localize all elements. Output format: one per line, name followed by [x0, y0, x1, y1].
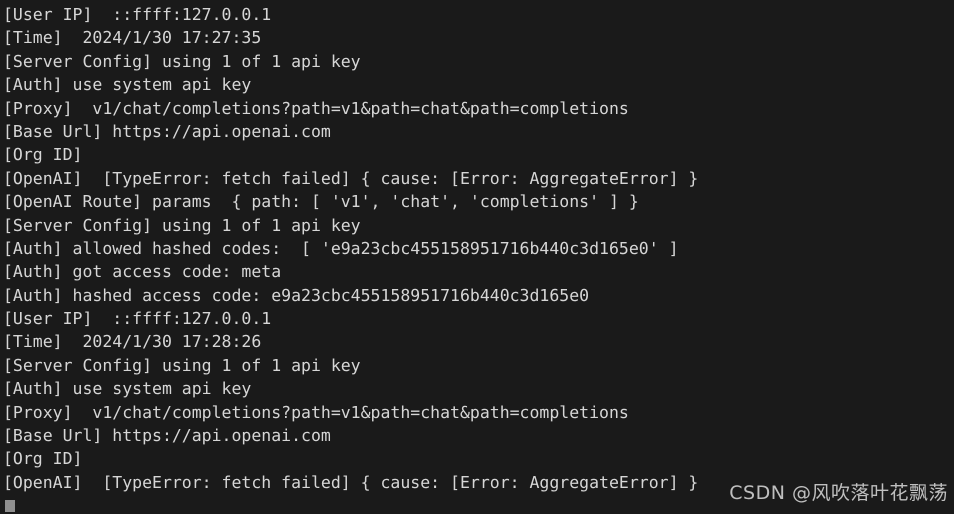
log-line: [Base Url] https://api.openai.com — [3, 121, 331, 141]
log-line: [Org ID] — [3, 145, 83, 165]
log-line-list: [User IP] ::ffff:127.0.0.1[Time] 2024/1/… — [3, 3, 954, 494]
log-line: [Auth] allowed hashed codes: [ 'e9a23cbc… — [3, 238, 679, 258]
log-line: [Base Url] https://api.openai.com — [3, 426, 331, 446]
log-line: [Auth] hashed access code: e9a23cbc45515… — [3, 285, 590, 305]
log-line: [Org ID] — [3, 449, 83, 469]
log-line: [OpenAI Route] params { path: [ 'v1', 'c… — [3, 192, 639, 212]
terminal-output-pane[interactable]: [User IP] ::ffff:127.0.0.1[Time] 2024/1/… — [0, 0, 954, 514]
log-line: [Server Config] using 1 of 1 api key — [3, 355, 361, 375]
log-line: [Auth] got access code: meta — [3, 262, 282, 282]
terminal-cursor — [5, 500, 15, 512]
log-line: [User IP] ::ffff:127.0.0.1 — [3, 309, 272, 329]
log-line: [Proxy] v1/chat/completions?path=v1&path… — [3, 402, 629, 422]
log-line: [OpenAI] [TypeError: fetch failed] { cau… — [3, 168, 699, 188]
log-line: [Server Config] using 1 of 1 api key — [3, 51, 361, 71]
log-line: [Proxy] v1/chat/completions?path=v1&path… — [3, 98, 629, 118]
log-line: [OpenAI] [TypeError: fetch failed] { cau… — [3, 472, 699, 492]
log-line: [User IP] ::ffff:127.0.0.1 — [3, 5, 272, 24]
log-line: [Time] 2024/1/30 17:27:35 — [3, 28, 262, 48]
log-line: [Time] 2024/1/30 17:28:26 — [3, 332, 262, 352]
log-line: [Server Config] using 1 of 1 api key — [3, 215, 361, 235]
log-line: [Auth] use system api key — [3, 379, 252, 399]
log-line: [Auth] use system api key — [3, 75, 252, 95]
